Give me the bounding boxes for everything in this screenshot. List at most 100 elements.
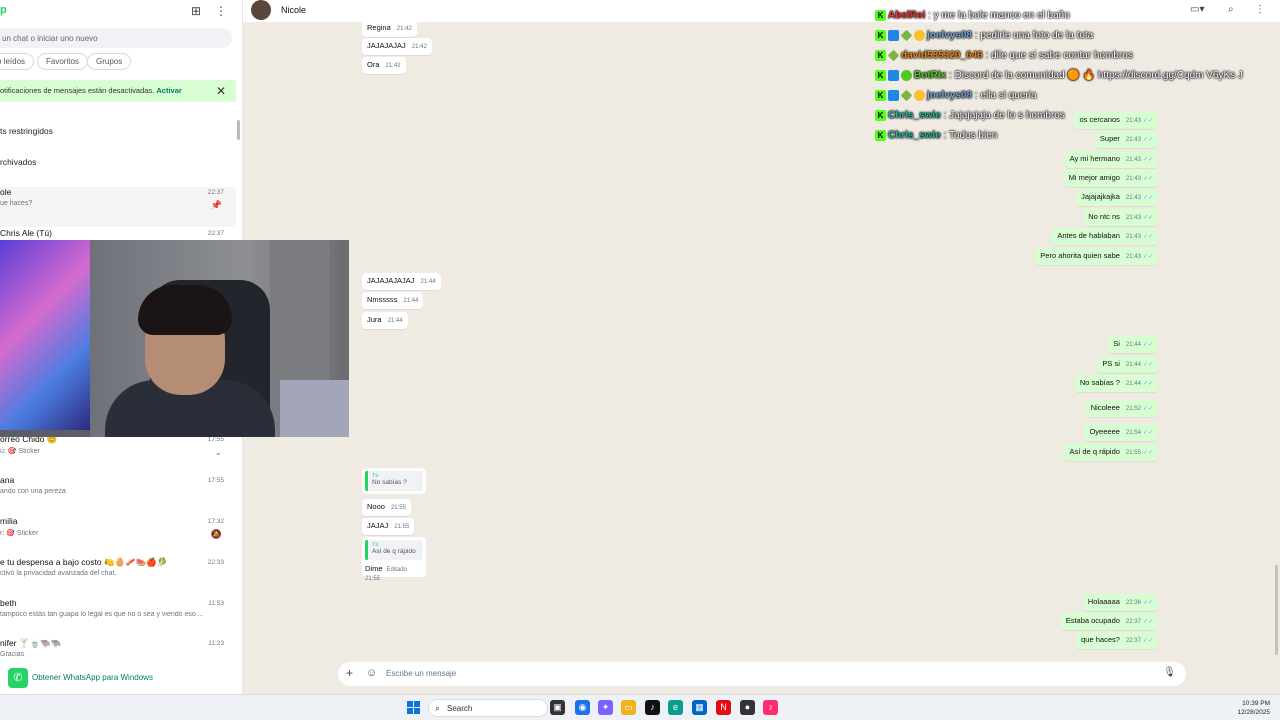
message-out[interactable]: No ntc ns 21:43 ✓✓ <box>1083 209 1158 226</box>
message-out[interactable]: Si 21:44 ✓✓ <box>1108 336 1158 353</box>
message-out[interactable]: Mi mejor amigo 21:43 ✓✓ <box>1063 170 1158 187</box>
message-time: 21:42 <box>396 26 412 32</box>
message-in[interactable]: JAJAJAJAJ 21:42 <box>362 38 432 55</box>
message-input[interactable]: Escribe un mensaje <box>386 669 456 678</box>
task-view-icon[interactable]: ▣ <box>550 700 565 715</box>
chat-item[interactable]: nifer 🍸🍵🐃🐃 Gracias 11:23 <box>0 638 236 662</box>
read-ticks-icon: ✓✓ <box>1142 381 1153 387</box>
message-out[interactable]: que haces? 22:37 ✓✓ <box>1076 632 1158 649</box>
chat-item[interactable]: e tu despensa a bajo costo 🍋🥚🥓🍉🍎🥬 ctivó … <box>0 557 236 597</box>
emoji-icon[interactable]: ☺ <box>366 667 377 679</box>
message-out[interactable]: Estaba ocupado 22:37 ✓✓ <box>1060 613 1158 630</box>
message-in[interactable]: Jura 21:44 <box>362 312 408 329</box>
chat-message: : Todos bien <box>943 130 998 142</box>
message-in[interactable]: Nooo 21:55 <box>362 499 411 516</box>
kick-badge-icon: K <box>875 30 886 41</box>
start-button[interactable] <box>407 701 420 714</box>
message-out[interactable]: Ay mi hermano 21:43 ✓✓ <box>1064 151 1158 168</box>
chat-item[interactable]: milia r: 🎯 Sticker 17:32 🔕 <box>0 516 236 556</box>
message-time: 21:43 <box>1125 195 1141 201</box>
message-in[interactable]: JAJAJAJAJAJ 21:44 <box>362 273 441 290</box>
chat-item[interactable]: ole ue haces? 22:37 📌 <box>0 187 236 227</box>
chat-username: AbelRei <box>888 10 926 22</box>
search-input[interactable]: un chat o iniciar uno nuevo <box>0 28 232 48</box>
chat-message: : y me la bole manco en el baño <box>928 10 1070 22</box>
tiktok-live-icon[interactable]: ♪ <box>763 700 778 715</box>
message-time: 21:43 <box>1125 234 1141 240</box>
mute-icon: 🔕 <box>210 529 222 539</box>
message-text: Nooo <box>367 502 385 511</box>
obs-icon[interactable]: ● <box>740 700 755 715</box>
message-in[interactable]: Nmsssss 21:44 <box>362 292 424 309</box>
microphone-icon[interactable]: 🎙 <box>1163 667 1176 678</box>
message-text: JAJAJAJAJ <box>367 41 406 50</box>
message-text: Jura <box>367 315 382 324</box>
message-text: Estaba ocupado <box>1065 616 1120 625</box>
clock-date: 12/28/2025 <box>1237 709 1270 716</box>
taskbar-search[interactable]: ⌕ Search <box>428 699 548 717</box>
read-ticks-icon: ✓✓ <box>1142 619 1153 625</box>
archived-chats[interactable]: rchivados <box>0 157 36 167</box>
get-windows-app-link[interactable]: ✆ Obtener WhatsApp para Windows <box>4 666 240 690</box>
message-in[interactable]: Regina 21:42 <box>362 20 417 37</box>
copilot-icon[interactable]: ✦ <box>598 700 613 715</box>
attach-plus-icon[interactable]: + <box>346 666 353 680</box>
message-time: 21:44 <box>403 298 419 304</box>
new-chat-icon[interactable]: ⊞ <box>189 4 203 18</box>
filter-groups[interactable]: Grupos <box>87 53 132 70</box>
message-in[interactable]: JAJAJ 21:55 <box>362 518 415 535</box>
message-out[interactable]: Oyeeeee 21:54 ✓✓ <box>1084 424 1158 441</box>
message-out[interactable]: Pero ahorita quien sabe 21:43 ✓✓ <box>1035 248 1158 265</box>
chat-preview: tampoco estás tan guapa lo legal es que … <box>0 611 204 618</box>
message-text: Si <box>1113 339 1120 348</box>
badge-icon <box>887 49 900 62</box>
contact-name[interactable]: Nicole <box>281 5 306 15</box>
quote-text: Así de q rápido <box>372 548 416 555</box>
sidebar-scrollbar[interactable] <box>237 120 240 140</box>
taskbar-clock[interactable]: 10:39 PM 12/28/2025 <box>1237 699 1270 717</box>
badge-icon <box>914 30 925 41</box>
message-text: Mi mejor amigo <box>1068 173 1120 182</box>
badge-icon <box>914 90 925 101</box>
tiktok-icon[interactable]: ♪ <box>645 700 660 715</box>
kick-badge-icon: K <box>875 10 886 21</box>
restricted-chats[interactable]: ts restringidos <box>0 126 53 136</box>
chat-item[interactable]: beth tampoco estás tan guapa lo legal es… <box>0 598 236 638</box>
filter-unread[interactable]: o leídos <box>0 53 35 70</box>
quoted-message[interactable]: Tú Así de q rápido Dime Editado 21:55 <box>362 537 426 582</box>
close-icon[interactable]: ✕ <box>216 84 226 98</box>
chat-item[interactable]: ana ando con una pereza 17:55 <box>0 475 236 515</box>
message-text: que haces? <box>1081 635 1120 644</box>
message-out[interactable]: Antes de hablaban 21:43 ✓✓ <box>1052 228 1158 245</box>
read-ticks-icon: ✓✓ <box>1142 254 1153 260</box>
chrome-icon[interactable]: ◉ <box>575 700 590 715</box>
conversation-scrollbar[interactable] <box>1275 565 1278 655</box>
avatar[interactable] <box>251 0 271 20</box>
message-out[interactable]: No sabías ? 21:44 ✓✓ <box>1074 375 1158 392</box>
message-in[interactable]: Ora 21:42 <box>362 57 406 74</box>
message-text: Oyeeeee <box>1089 427 1120 436</box>
stream-chat-line: Kjoelvys08 : pedirle una foto de la tota <box>875 29 1093 46</box>
chevron-down-icon[interactable]: ⌄ <box>214 447 222 458</box>
message-out[interactable]: PS si 21:44 ✓✓ <box>1097 356 1158 373</box>
message-text: Jajajajkajka <box>1081 192 1120 201</box>
chat-preview: Gracias <box>0 651 25 658</box>
message-out[interactable]: Holaaaaa 22:36 ✓✓ <box>1082 594 1158 611</box>
netflix-icon[interactable]: N <box>716 700 731 715</box>
store-icon[interactable]: ▦ <box>692 700 707 715</box>
edge-icon[interactable]: e <box>668 700 683 715</box>
whatsapp-logo: p <box>0 4 7 16</box>
message-out[interactable]: Jajajajkajka 21:43 ✓✓ <box>1076 189 1158 206</box>
file-explorer-icon[interactable]: ▭ <box>621 700 636 715</box>
activate-link[interactable]: Activar <box>156 86 181 95</box>
message-text: JAJAJAJAJAJ <box>367 276 415 285</box>
message-out[interactable]: Así de q rápido 21:55 ✓✓ <box>1064 444 1158 461</box>
filter-favorites[interactable]: Favoritos <box>37 53 88 70</box>
badge-icon <box>888 90 899 101</box>
message-out[interactable]: Nicoleee 21:52 ✓✓ <box>1085 400 1158 417</box>
chat-item[interactable]: orreo Chido 😊 ú: 🎯 Sticker 17:55 ⌄ <box>0 434 236 474</box>
chat-preview: ctivó la privacidad avanzada del chat. <box>0 570 117 577</box>
streamer-hair <box>138 285 232 335</box>
quoted-message[interactable]: Tú No sabías ? <box>362 468 426 494</box>
menu-dots-icon[interactable]: ⋮ <box>214 4 228 18</box>
